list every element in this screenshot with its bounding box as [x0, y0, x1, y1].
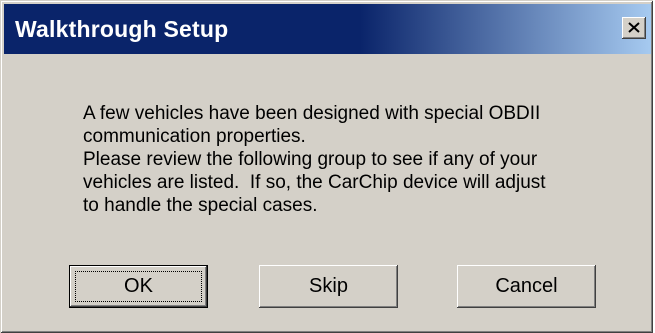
message-line: A few vehicles have been designed with s… — [83, 103, 541, 124]
title-bar[interactable]: Walkthrough Setup — [4, 4, 651, 54]
focus-ring — [75, 271, 202, 302]
message-line: to handle the special cases. — [83, 195, 318, 216]
skip-button-label: Skip — [309, 275, 348, 297]
message-line: vehicles are listed. If so, the CarChip … — [83, 172, 546, 193]
ok-button[interactable]: OK — [69, 265, 208, 308]
message-line: communication properties. — [83, 126, 306, 147]
message-text: A few vehicles have been designed with s… — [83, 102, 603, 217]
close-icon — [628, 22, 640, 33]
message-line: Please review the following group to see… — [83, 149, 538, 170]
cancel-button-label: Cancel — [495, 275, 558, 297]
cancel-button[interactable]: Cancel — [457, 265, 596, 308]
close-button[interactable] — [622, 17, 646, 39]
skip-button[interactable]: Skip — [259, 265, 398, 308]
walkthrough-setup-dialog: Walkthrough Setup A few vehicles have be… — [0, 0, 653, 333]
window-title: Walkthrough Setup — [15, 16, 229, 42]
